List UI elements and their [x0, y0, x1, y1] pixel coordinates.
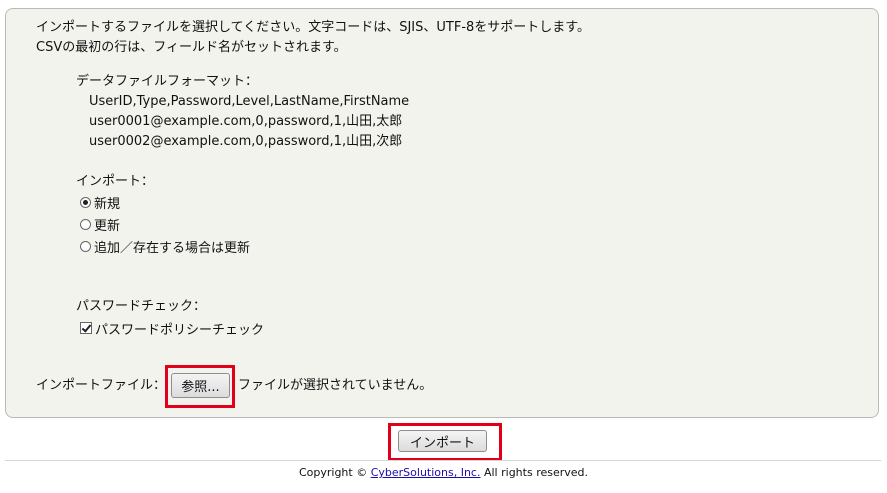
radio-add-or-update-label: 追加／存在する場合は更新 [94, 240, 251, 256]
radio-new-label: 新規 [94, 196, 121, 212]
password-policy-check-row[interactable]: パスワードポリシーチェック [80, 318, 264, 338]
radio-new[interactable] [80, 196, 91, 208]
format-line-header: UserID,Type,Password,Level,LastName,Firs… [89, 94, 410, 109]
import-mode-option-add-or-update[interactable]: 追加／存在する場合は更新 [80, 236, 250, 256]
file-status-text: ファイルが選択されていません。 [238, 378, 433, 393]
password-policy-checkbox[interactable] [80, 322, 92, 334]
radio-update-label: 更新 [94, 218, 121, 234]
radio-add-or-update[interactable] [80, 240, 91, 252]
footer-rights: All rights reserved. [480, 466, 589, 479]
format-line-example-2: user0002@example.com,0,password,1,山田,次郎 [89, 134, 403, 149]
format-line-example-1: user0001@example.com,0,password,1,山田,太郎 [89, 114, 403, 129]
footer-copyright-prefix: Copyright © [298, 466, 371, 479]
footer: Copyright © CyberSolutions, Inc. All rig… [0, 465, 887, 481]
password-policy-checkbox-label: パスワードポリシーチェック [95, 322, 265, 338]
password-check-label: パスワードチェック： [76, 299, 207, 314]
browse-button[interactable]: 参照... [171, 373, 230, 398]
import-mode-label: インポート： [76, 174, 155, 189]
import-mode-option-new[interactable]: 新規 [80, 192, 120, 212]
import-file-label: インポートファイル： [36, 378, 167, 393]
import-button[interactable]: インポート [398, 430, 487, 452]
format-label: データファイルフォーマット： [76, 74, 259, 89]
intro-line-2: CSVの最初の行は、フィールド名がセットされます。 [36, 40, 347, 55]
intro-line-1: インポートするファイルを選択してください。文字コードは、SJIS、UTF-8をサ… [36, 20, 590, 35]
radio-update[interactable] [80, 218, 91, 230]
footer-company-link[interactable]: CyberSolutions, Inc. [371, 466, 481, 479]
import-mode-option-update[interactable]: 更新 [80, 214, 120, 234]
footer-divider [5, 460, 881, 461]
import-form-panel [5, 8, 879, 418]
